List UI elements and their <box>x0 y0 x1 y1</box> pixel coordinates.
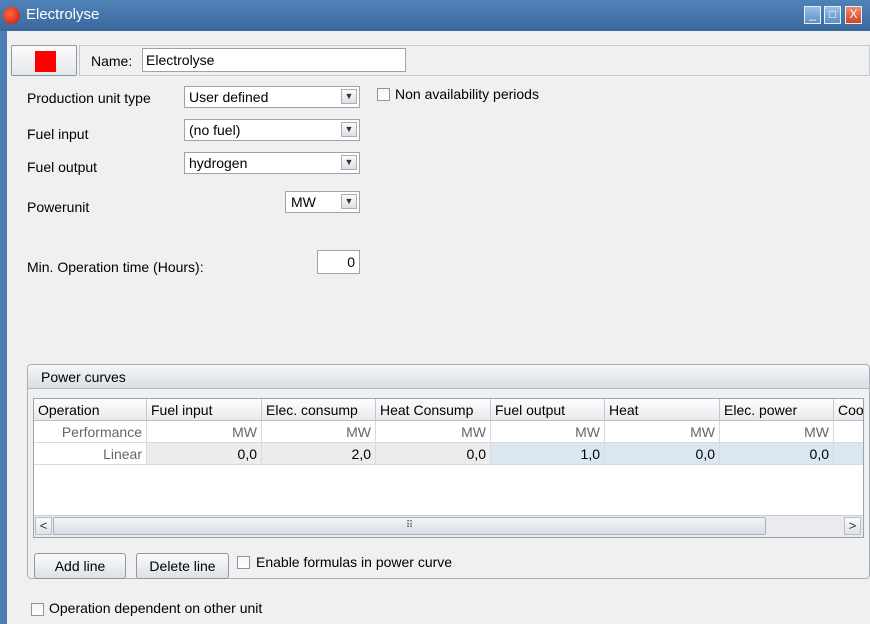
column-header[interactable]: Operation <box>34 399 147 421</box>
table-cell[interactable]: MW <box>262 421 376 443</box>
powerunit-select[interactable]: MW ▼ <box>285 191 360 213</box>
table-cell[interactable]: MW <box>376 421 491 443</box>
min-operation-label: Min. Operation time (Hours): <box>27 259 204 275</box>
table-cell[interactable]: 0,0 <box>720 443 834 465</box>
table-cell[interactable]: Linear <box>34 443 147 465</box>
production-unit-type-select[interactable]: User defined ▼ <box>184 86 360 108</box>
chevron-down-icon: ▼ <box>341 194 357 209</box>
color-button[interactable] <box>11 45 77 76</box>
fuel-output-value: hydrogen <box>189 155 248 171</box>
window-title: Electrolyse <box>26 6 100 23</box>
table-cell[interactable]: 0,0 <box>605 443 720 465</box>
operation-dependent-checkbox[interactable] <box>31 603 44 616</box>
table-cell[interactable]: MW <box>605 421 720 443</box>
fuel-input-select[interactable]: (no fuel) ▼ <box>184 119 360 141</box>
window-border <box>0 31 7 624</box>
color-swatch <box>35 51 56 72</box>
operation-dependent-label: Operation dependent on other unit <box>49 600 263 616</box>
table-cell[interactable] <box>834 421 863 443</box>
column-header[interactable]: Coo <box>834 399 863 421</box>
column-header[interactable]: Fuel input <box>147 399 262 421</box>
fuel-output-label: Fuel output <box>27 159 98 175</box>
scroll-right-icon[interactable]: > <box>844 517 861 535</box>
column-header[interactable]: Heat <box>605 399 720 421</box>
chevron-down-icon: ▼ <box>341 89 357 104</box>
min-operation-input[interactable]: 0 <box>317 250 360 274</box>
chevron-down-icon: ▼ <box>341 122 357 137</box>
table-cell[interactable]: Performance <box>34 421 147 443</box>
horizontal-scrollbar[interactable]: < ⠿ > <box>34 515 863 537</box>
non-availability-checkbox[interactable] <box>377 88 390 101</box>
table-cell[interactable]: 0,0 <box>147 443 262 465</box>
minimize-button[interactable]: _ <box>804 6 821 24</box>
name-input[interactable]: Electrolyse <box>142 48 406 72</box>
table-cell[interactable]: 1,0 <box>491 443 605 465</box>
power-curves-grid[interactable]: Operation Fuel input Elec. consump Heat … <box>33 398 864 538</box>
power-curves-title: Power curves <box>41 369 126 385</box>
column-header[interactable]: Fuel output <box>491 399 605 421</box>
delete-line-button[interactable]: Delete line <box>136 553 229 579</box>
powerunit-value: MW <box>291 194 316 210</box>
table-cell[interactable] <box>834 443 863 465</box>
fuel-input-label: Fuel input <box>27 126 89 142</box>
add-line-button[interactable]: Add line <box>34 553 126 579</box>
table-cell[interactable]: 0,0 <box>376 443 491 465</box>
production-unit-type-label: Production unit type <box>27 90 151 106</box>
column-header[interactable]: Heat Consump <box>376 399 491 421</box>
table-cell[interactable]: MW <box>720 421 834 443</box>
table-cell[interactable]: MW <box>147 421 262 443</box>
power-curves-header: Power curves <box>28 365 869 389</box>
chevron-down-icon: ▼ <box>341 155 357 170</box>
title-bar: Electrolyse _ □ X <box>0 0 870 31</box>
name-label: Name: <box>91 53 133 69</box>
dialog-content: Name: Electrolyse Production unit type U… <box>7 31 870 624</box>
enable-formulas-label: Enable formulas in power curve <box>256 554 453 570</box>
table-cell[interactable]: MW <box>491 421 605 443</box>
table-cell[interactable]: 2,0 <box>262 443 376 465</box>
fuel-output-select[interactable]: hydrogen ▼ <box>184 152 360 174</box>
scroll-thumb[interactable]: ⠿ <box>53 517 766 535</box>
power-curves-panel: Power curves Operation Fuel input Elec. … <box>27 364 870 579</box>
app-icon <box>3 7 20 24</box>
column-header[interactable]: Elec. consump <box>262 399 376 421</box>
close-button[interactable]: X <box>845 6 862 24</box>
column-header[interactable]: Elec. power <box>720 399 834 421</box>
fuel-input-value: (no fuel) <box>189 122 241 138</box>
non-availability-label: Non availability periods <box>395 86 539 102</box>
production-unit-type-value: User defined <box>189 89 269 105</box>
maximize-button[interactable]: □ <box>824 6 841 24</box>
scroll-left-icon[interactable]: < <box>35 517 52 535</box>
powerunit-label: Powerunit <box>27 199 90 215</box>
grip-icon: ⠿ <box>405 520 414 531</box>
enable-formulas-checkbox[interactable] <box>237 556 250 569</box>
